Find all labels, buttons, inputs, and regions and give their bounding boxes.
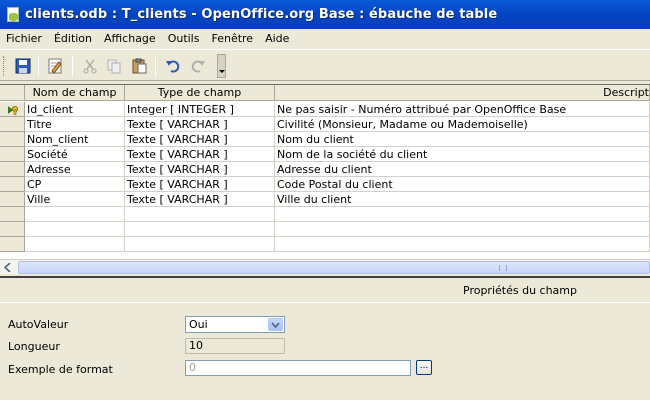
cut-button[interactable]	[80, 56, 100, 76]
field-type-cell[interactable]: Texte [ VARCHAR ]	[125, 162, 275, 177]
openoffice-base-icon	[5, 6, 21, 23]
chevron-left-icon	[4, 263, 11, 272]
exemple-format-field[interactable]: 0	[185, 360, 411, 376]
toolbar-overflow-button[interactable]	[217, 54, 226, 78]
field-name-cell[interactable]: Nom_client	[25, 132, 125, 147]
grid-header-description[interactable]: Descript	[275, 85, 650, 101]
field-name-cell[interactable]	[25, 237, 125, 252]
longueur-field[interactable]: 10	[185, 338, 285, 354]
description-cell[interactable]	[275, 207, 650, 222]
field-type-cell[interactable]: Texte [ VARCHAR ]	[125, 177, 275, 192]
description-cell[interactable]: Adresse du client	[275, 162, 650, 177]
field-name-cell[interactable]: Titre	[25, 117, 125, 132]
field-type-cell[interactable]	[125, 222, 275, 237]
field-name-cell[interactable]	[25, 207, 125, 222]
description-cell[interactable]: Civilité (Monsieur, Madame ou Mademoisel…	[275, 117, 650, 132]
row-selector[interactable]	[0, 147, 25, 162]
save-button[interactable]	[13, 56, 33, 76]
toolbar-separator	[38, 56, 39, 76]
exemple-format-label: Exemple de format	[8, 363, 113, 376]
description-cell[interactable]: Code Postal du client	[275, 177, 650, 192]
field-name-cell[interactable]: Adresse	[25, 162, 125, 177]
edit-doc-icon	[48, 58, 62, 74]
copy-icon	[107, 59, 121, 74]
clipboard-icon	[132, 58, 147, 74]
menu-bar: Fichier Édition Affichage Outils Fenêtre…	[0, 29, 650, 48]
chevron-down-icon	[219, 70, 225, 73]
field-type-cell[interactable]	[125, 237, 275, 252]
toolbar-separator	[72, 56, 73, 76]
field-name-cell[interactable]: Id_client	[25, 102, 125, 117]
longueur-label: Longueur	[8, 340, 60, 353]
scrollbar-thumb[interactable]	[18, 261, 650, 274]
grid-header-field-type[interactable]: Type de champ	[125, 85, 275, 101]
row-selector[interactable]	[0, 162, 25, 177]
menu-fenetre[interactable]: Fenêtre	[205, 29, 259, 48]
standard-toolbar	[0, 49, 650, 81]
row-selector[interactable]	[0, 192, 25, 207]
toolbar-grip-icon[interactable]	[3, 56, 6, 76]
autovaleur-label: AutoValeur	[8, 318, 69, 331]
window-title: clients.odb : T_clients - OpenOffice.org…	[25, 7, 498, 22]
field-properties-panel: Propriétés du champ	[0, 280, 650, 400]
scissors-icon	[83, 59, 97, 74]
field-type-cell[interactable]: Integer [ INTEGER ]	[125, 102, 275, 117]
grid-header-field-name[interactable]: Nom de champ	[25, 85, 125, 101]
redo-icon	[191, 60, 205, 73]
row-selector[interactable]	[0, 207, 25, 222]
description-cell[interactable]	[275, 237, 650, 252]
description-cell[interactable]: Ne pas saisir - Numéro attribué par Open…	[275, 102, 650, 117]
copy-button[interactable]	[104, 56, 124, 76]
field-name-cell[interactable]: Ville	[25, 192, 125, 207]
field-type-cell[interactable]	[125, 207, 275, 222]
menu-affichage[interactable]: Affichage	[98, 29, 162, 48]
description-cell[interactable]: Nom de la société du client	[275, 147, 650, 162]
field-type-cell[interactable]: Texte [ VARCHAR ]	[125, 117, 275, 132]
field-type-cell[interactable]: Texte [ VARCHAR ]	[125, 132, 275, 147]
pane-splitter[interactable]	[0, 274, 650, 278]
description-cell[interactable]: Ville du client	[275, 192, 650, 207]
autovaleur-value: Oui	[189, 318, 208, 331]
row-selector[interactable]	[0, 222, 25, 237]
menu-edition[interactable]: Édition	[48, 29, 98, 48]
description-cell[interactable]: Nom du client	[275, 132, 650, 147]
toolbar-separator	[155, 56, 156, 76]
horizontal-scrollbar[interactable]	[0, 259, 650, 274]
description-cell[interactable]	[275, 222, 650, 237]
row-selector[interactable]	[0, 117, 25, 132]
menu-aide[interactable]: Aide	[259, 29, 295, 48]
field-name-cell[interactable]: CP	[25, 177, 125, 192]
autovaleur-dropdown-button[interactable]	[268, 318, 283, 331]
row-selector[interactable]	[0, 102, 25, 117]
redo-button[interactable]	[188, 56, 208, 76]
undo-icon	[166, 60, 180, 73]
menu-outils[interactable]: Outils	[162, 29, 206, 48]
menu-fichier[interactable]: Fichier	[0, 29, 48, 48]
grid-corner	[0, 85, 25, 101]
field-name-cell[interactable]: Société	[25, 147, 125, 162]
format-browse-button[interactable]: ...	[416, 360, 432, 375]
chevron-down-icon	[271, 321, 280, 328]
row-selector[interactable]	[0, 237, 25, 252]
autovaleur-select[interactable]: Oui	[185, 316, 285, 333]
field-type-cell[interactable]: Texte [ VARCHAR ]	[125, 192, 275, 207]
undo-button[interactable]	[163, 56, 183, 76]
primary-key-icon	[8, 106, 18, 115]
table-design-grid: Nom de champ Type de champ Descript Id_clie…	[0, 84, 650, 259]
row-selector[interactable]	[0, 132, 25, 147]
save-icon	[15, 58, 31, 74]
row-selector[interactable]	[0, 177, 25, 192]
paste-button[interactable]	[129, 56, 149, 76]
title-bar: clients.odb : T_clients - OpenOffice.org…	[0, 0, 650, 29]
field-properties-title: Propriétés du champ	[463, 284, 577, 297]
field-name-cell[interactable]	[25, 222, 125, 237]
edit-mode-button[interactable]	[45, 56, 65, 76]
scroll-left-button[interactable]	[2, 261, 14, 274]
field-type-cell[interactable]: Texte [ VARCHAR ]	[125, 147, 275, 162]
